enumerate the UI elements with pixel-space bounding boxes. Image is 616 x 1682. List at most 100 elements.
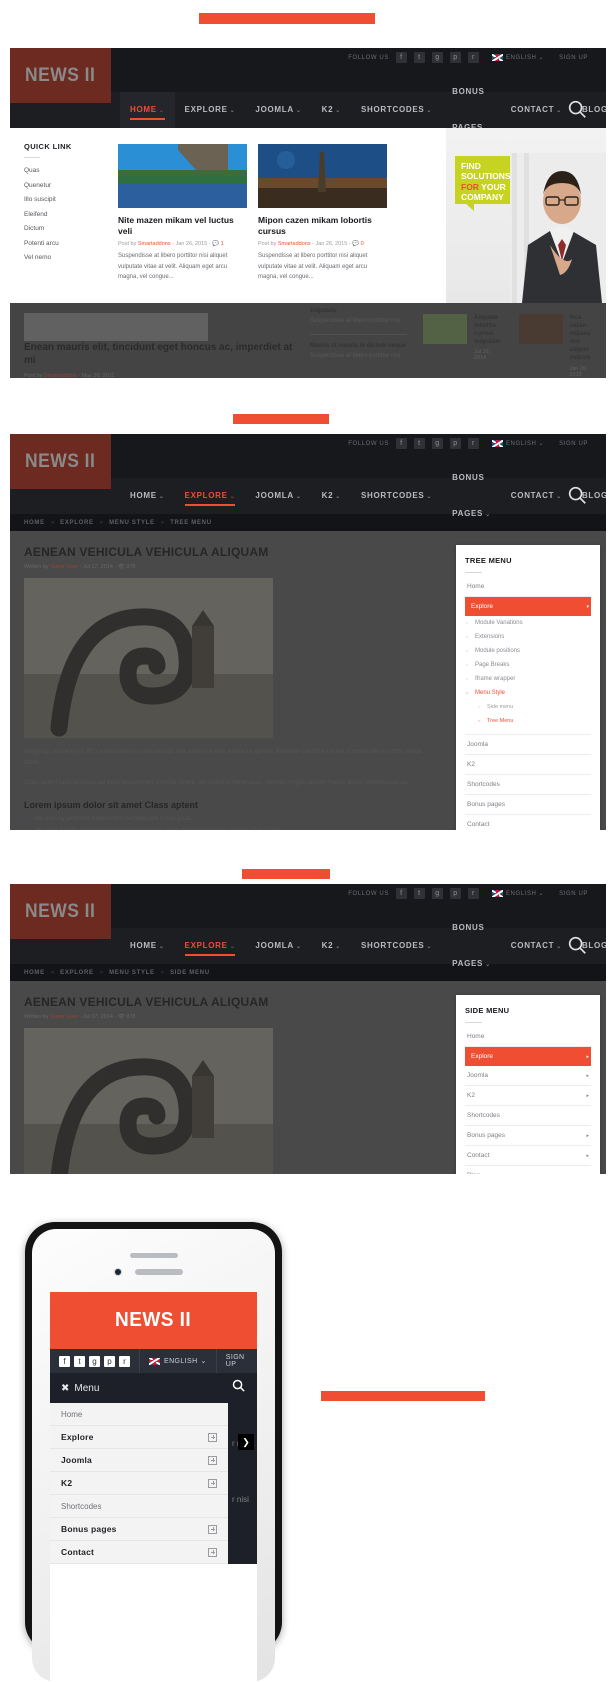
- side-menu-item-home[interactable]: Home: [465, 1027, 591, 1047]
- promo-banner[interactable]: FIND SOLUTIONS FOR YOUR COMPANY: [446, 128, 606, 303]
- nav-item-explore[interactable]: EXPLORE ⌄: [175, 92, 246, 129]
- nav-item-k2[interactable]: K2 ⌄: [312, 928, 351, 965]
- mobile-signup-link[interactable]: SIGN UP: [215, 1349, 257, 1373]
- rss-icon[interactable]: r: [467, 438, 479, 449]
- mobile-menu-item-shortcodes[interactable]: Shortcodes: [50, 1495, 228, 1518]
- site-logo[interactable]: NEWS II: [10, 434, 111, 489]
- article-card[interactable]: Nite mazen mikam vel luctus veli Post by…: [118, 144, 247, 303]
- twitter-icon[interactable]: t: [413, 888, 425, 899]
- tree-menu-subitem-module-variations[interactable]: Module Variations: [465, 616, 591, 630]
- facebook-icon[interactable]: f: [395, 52, 407, 63]
- list-item[interactable]: Quenetur: [24, 182, 111, 189]
- nav-item-shortcodes[interactable]: SHORTCODES ⌄: [351, 92, 442, 129]
- mobile-menu-item-k2[interactable]: K2: [50, 1472, 228, 1495]
- expand-icon[interactable]: [208, 1478, 217, 1488]
- twitter-icon[interactable]: t: [413, 52, 425, 63]
- tree-menu-subitem-menu-style[interactable]: Menu Style: [465, 686, 591, 700]
- article-card[interactable]: Mipon cazen mikam lobortis cursus Post b…: [258, 144, 387, 303]
- pinterest-icon[interactable]: p: [449, 52, 461, 63]
- nav-item-joomla[interactable]: JOOMLA ⌄: [245, 92, 311, 129]
- google-plus-icon[interactable]: g: [431, 438, 443, 449]
- tree-menu-item-k2[interactable]: K2: [465, 755, 591, 775]
- nav-item-shortcodes[interactable]: SHORTCODES ⌄: [351, 928, 442, 965]
- list-item[interactable]: Illo suscipit: [24, 196, 111, 203]
- twitter-icon[interactable]: t: [74, 1355, 85, 1367]
- search-button[interactable]: [566, 934, 590, 958]
- search-button[interactable]: [566, 484, 590, 508]
- breadcrumb-item[interactable]: MENU STYLE: [109, 970, 155, 976]
- nav-item-shortcodes[interactable]: SHORTCODES ⌄: [351, 478, 442, 515]
- tree-menu-item-home[interactable]: Home: [465, 577, 591, 597]
- signup-link[interactable]: SIGN UP: [559, 891, 588, 897]
- tree-menu-item-explore[interactable]: Explore ▾: [465, 597, 591, 616]
- tree-menu-item-contact[interactable]: Contact: [465, 815, 591, 830]
- search-button[interactable]: [566, 98, 590, 122]
- facebook-icon[interactable]: f: [395, 438, 407, 449]
- mobile-language-selector[interactable]: ENGLISH ⌄: [139, 1349, 216, 1373]
- nav-item-contact[interactable]: CONTACT ⌄: [501, 478, 572, 515]
- tree-menu-subitem-side-menu[interactable]: Side menu: [465, 700, 591, 714]
- breadcrumb-item[interactable]: EXPLORE: [60, 520, 94, 526]
- list-item[interactable]: Vel nemo: [24, 254, 111, 261]
- rss-icon[interactable]: r: [119, 1355, 130, 1367]
- tree-menu-subitem-extensions[interactable]: Extensions: [465, 630, 591, 644]
- expand-icon[interactable]: [208, 1455, 217, 1465]
- breadcrumb-item[interactable]: MENU STYLE: [109, 520, 155, 526]
- mobile-menu-item-bonus-pages[interactable]: Bonus pages: [50, 1518, 228, 1541]
- facebook-icon[interactable]: f: [59, 1355, 70, 1367]
- signup-link[interactable]: SIGN UP: [559, 441, 588, 447]
- nav-item-bonus-pages[interactable]: BONUS PAGES⌄: [442, 460, 501, 533]
- google-plus-icon[interactable]: g: [89, 1355, 100, 1367]
- side-menu-item-joomla[interactable]: Joomla ▸: [465, 1066, 591, 1086]
- nav-item-k2[interactable]: K2 ⌄: [312, 478, 351, 515]
- nav-item-contact[interactable]: CONTACT ⌄: [501, 928, 572, 965]
- list-item[interactable]: Aliquam lobortis cursus vulputate Jul 16…: [415, 309, 511, 378]
- site-logo[interactable]: NEWS II: [10, 884, 111, 939]
- list-item[interactable]: Potenti arcu: [24, 240, 111, 247]
- language-selector[interactable]: ENGLISH ⌄: [491, 890, 544, 897]
- nav-item-joomla[interactable]: JOOMLA ⌄: [245, 928, 311, 965]
- list-item[interactable]: Mauris ut mauris in dictum neque Suspend…: [310, 342, 407, 362]
- nav-item-k2[interactable]: K2 ⌄: [312, 92, 351, 129]
- mobile-search-button[interactable]: [231, 1378, 246, 1398]
- tree-menu-subitem-tree-menu[interactable]: Tree Menu: [465, 714, 591, 728]
- list-item[interactable]: vulputate Suspendisse at libero porttito…: [310, 307, 407, 327]
- nav-item-home[interactable]: HOME ⌄: [120, 478, 175, 515]
- rss-icon[interactable]: r: [467, 888, 479, 899]
- nav-item-explore[interactable]: EXPLORE ⌄: [175, 478, 246, 515]
- nav-item-contact[interactable]: CONTACT ⌄: [501, 92, 572, 129]
- list-item[interactable]: Quas: [24, 167, 111, 174]
- mobile-menu-toggle[interactable]: ✖ Menu: [61, 1383, 99, 1394]
- nav-item-home[interactable]: HOME ⌄: [120, 928, 175, 965]
- mobile-menu-item-joomla[interactable]: Joomla: [50, 1449, 228, 1472]
- nav-item-home[interactable]: HOME ⌄: [120, 91, 175, 129]
- pinterest-icon[interactable]: p: [104, 1355, 115, 1367]
- tree-menu-subitem-page-breaks[interactable]: Page Breaks: [465, 658, 591, 672]
- language-selector[interactable]: ENGLISH ⌄: [491, 54, 544, 61]
- breadcrumb-item[interactable]: HOME: [24, 520, 45, 526]
- site-logo[interactable]: NEWS II: [10, 48, 111, 103]
- side-menu-item-bonus-pages[interactable]: Bonus pages ▸: [465, 1126, 591, 1146]
- side-menu-item-blog[interactable]: Blog: [465, 1166, 591, 1174]
- pinterest-icon[interactable]: p: [449, 888, 461, 899]
- mobile-menu-item-home[interactable]: Home: [50, 1403, 228, 1426]
- list-item[interactable]: Eleifend: [24, 211, 111, 218]
- chevron-right-icon[interactable]: ❯: [238, 1434, 254, 1450]
- google-plus-icon[interactable]: g: [431, 52, 443, 63]
- nav-item-joomla[interactable]: JOOMLA ⌄: [245, 478, 311, 515]
- google-plus-icon[interactable]: g: [431, 888, 443, 899]
- mobile-menu-item-contact[interactable]: Contact: [50, 1541, 228, 1564]
- rss-icon[interactable]: r: [467, 52, 479, 63]
- pinterest-icon[interactable]: p: [449, 438, 461, 449]
- breadcrumb-item[interactable]: HOME: [24, 970, 45, 976]
- tree-menu-item-bonus-pages[interactable]: Bonus pages: [465, 795, 591, 815]
- list-item[interactable]: Inca cazen mipana nisi aliquet vulpute J…: [511, 309, 607, 378]
- nav-item-explore[interactable]: EXPLORE ⌄: [175, 928, 246, 965]
- signup-link[interactable]: SIGN UP: [559, 55, 588, 61]
- side-menu-item-shortcodes[interactable]: Shortcodes: [465, 1106, 591, 1126]
- expand-icon[interactable]: [208, 1547, 217, 1557]
- expand-icon[interactable]: [208, 1432, 217, 1442]
- facebook-icon[interactable]: f: [395, 888, 407, 899]
- breadcrumb-item[interactable]: EXPLORE: [60, 970, 94, 976]
- twitter-icon[interactable]: t: [413, 438, 425, 449]
